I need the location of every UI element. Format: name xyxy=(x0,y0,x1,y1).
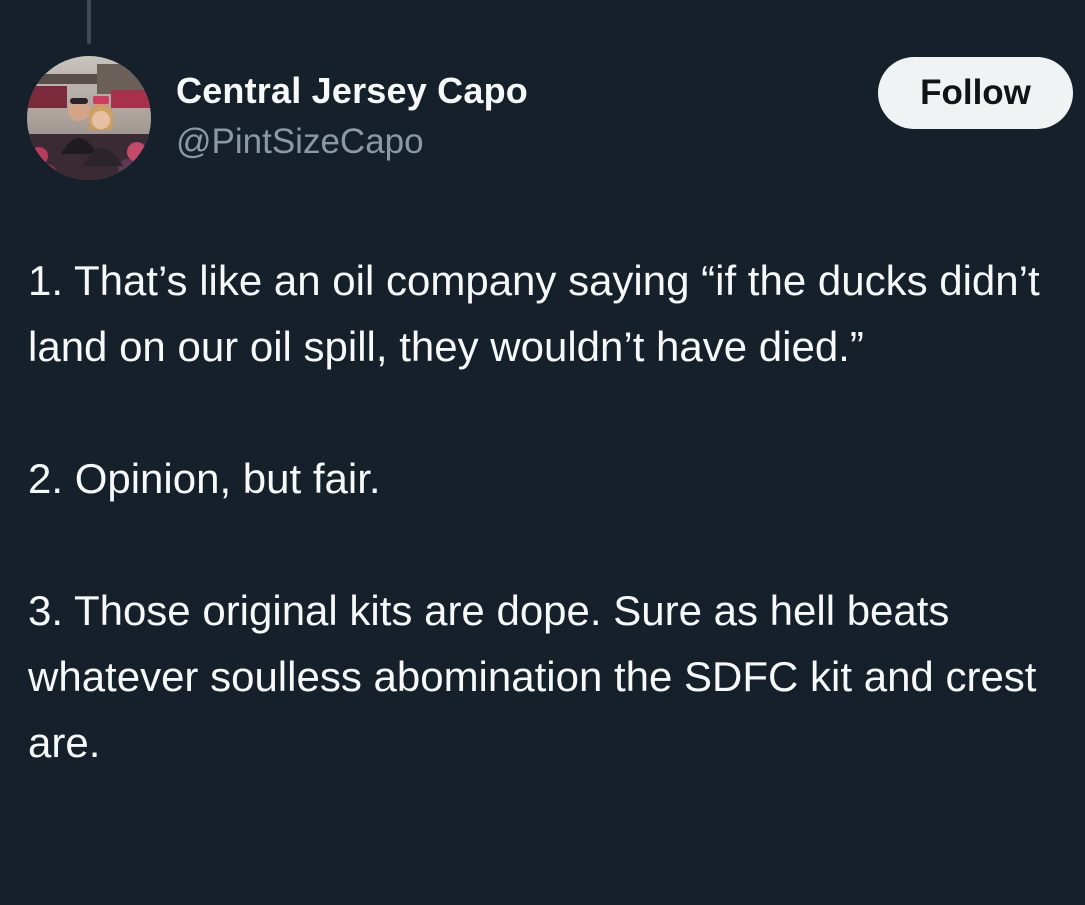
avatar[interactable] xyxy=(27,56,151,180)
tweet-paragraph: 3. Those original kits are dope. Sure as… xyxy=(28,587,1037,766)
avatar-photo xyxy=(27,56,151,180)
tweet-paragraph: 1. That’s like an oil company saying “if… xyxy=(28,257,1040,370)
tweet-text: 1. That’s like an oil company saying “if… xyxy=(28,248,1073,776)
author-display-name[interactable]: Central Jersey Capo xyxy=(176,70,528,112)
tweet-paragraph: 2. Opinion, but fair. xyxy=(28,455,381,502)
author-handle[interactable]: @PintSizeCapo xyxy=(176,122,424,162)
thread-connector-line xyxy=(87,0,91,44)
follow-button[interactable]: Follow xyxy=(878,57,1073,129)
